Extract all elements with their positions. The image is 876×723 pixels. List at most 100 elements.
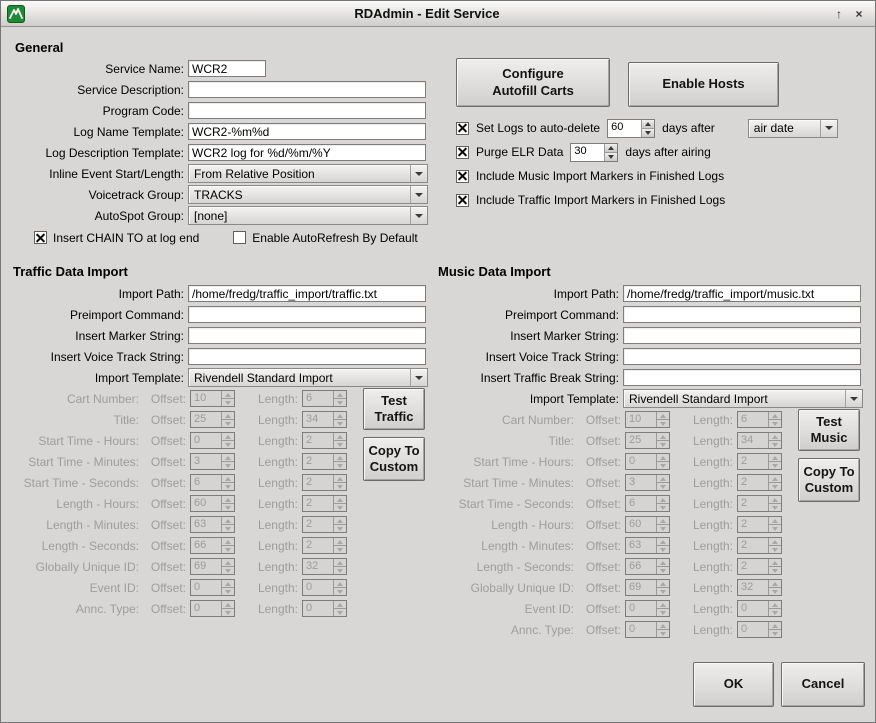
ok-button[interactable]: OK <box>693 662 774 707</box>
close-window-icon[interactable]: × <box>849 5 869 23</box>
test-traffic-button[interactable]: Test Traffic <box>363 388 425 430</box>
include-music-import-markers-checkbox[interactable] <box>456 170 469 183</box>
music-offset-row: Start Time - Minutes:Offset:3Length:2 <box>442 472 782 493</box>
spin-up-button <box>334 496 346 504</box>
purge-elr-days-spinbox[interactable]: 30 <box>570 143 618 162</box>
music-import-path-input[interactable] <box>623 285 861 302</box>
spin-up-button <box>334 601 346 609</box>
auto-delete-reference-combo[interactable]: air date <box>748 119 838 138</box>
purge-elr-data-checkbox[interactable] <box>456 146 469 159</box>
up-arrow-icon <box>660 456 666 460</box>
auto-delete-row: Set Logs to auto-delete60days afterair d… <box>456 116 838 140</box>
include-traffic-import-markers-checkbox[interactable] <box>456 194 469 207</box>
test-music-button[interactable]: Test Music <box>798 409 860 451</box>
music-preimport-command-input[interactable] <box>623 306 861 323</box>
traffic-length-seconds-length-spinbox: 2 <box>302 537 347 554</box>
down-arrow-icon <box>415 193 423 197</box>
title-bar[interactable]: RDAdmin - Edit Service ↑ × <box>1 1 875 27</box>
up-arrow-icon <box>772 456 778 460</box>
spin-down-button <box>657 630 669 637</box>
auto-delete-days-spinbox[interactable]: 60 <box>607 119 655 138</box>
spin-up-button <box>222 391 234 399</box>
spin-up-button <box>334 475 346 483</box>
down-arrow-icon <box>660 569 666 573</box>
spin-up-button[interactable] <box>605 144 617 153</box>
music-insert-traffic-break-string-input[interactable] <box>623 369 861 386</box>
traffic-insert-voice-track-string-input[interactable] <box>188 348 426 365</box>
music-event-id-length-spinbox-arrows <box>768 601 781 616</box>
general-section-heading: General <box>15 40 63 55</box>
general-log-name-template-input[interactable] <box>188 123 426 140</box>
music-annc-type-length-spinbox: 0 <box>737 621 782 638</box>
traffic-offset-row: Length - Minutes:Offset:63Length:2 <box>7 514 347 535</box>
general-voicetrack-group-combo[interactable]: TRACKS <box>188 185 428 204</box>
music-start-time-seconds-length-spinbox: 2 <box>737 495 782 512</box>
traffic-annc-type-length-spinbox: 0 <box>302 600 347 617</box>
music-length-hours-offset-spinbox-arrows <box>656 517 669 532</box>
traffic-preimport-command-input[interactable] <box>188 306 426 323</box>
traffic-offset-row: Start Time - Hours:Offset:0Length:2 <box>7 430 347 451</box>
spin-up-button <box>657 538 669 546</box>
general-autospot-group-combo[interactable]: [none] <box>188 206 428 225</box>
purge-elr-days-after-label: days after airing <box>625 145 710 159</box>
music-length-minutes-offset-spinbox: 63 <box>625 537 670 554</box>
traffic-event-id-offset-spinbox: 0 <box>190 579 235 596</box>
spin-down-button[interactable] <box>605 153 617 161</box>
traffic-import-template-combo[interactable]: Rivendell Standard Import <box>188 368 428 387</box>
general-log-description-template-input[interactable] <box>188 144 426 161</box>
music-length-label: Length: <box>680 560 736 574</box>
spin-down-button[interactable] <box>642 129 654 137</box>
cancel-button[interactable]: Cancel <box>781 662 865 707</box>
traffic-offset-row: Title:Offset:25Length:34 <box>7 409 347 430</box>
spin-down-button <box>769 483 781 490</box>
music-offset-label: Offset: <box>578 518 624 532</box>
general-inline-event-start-length-combo[interactable]: From Relative Position <box>188 164 428 183</box>
general-program-code-input[interactable] <box>188 102 426 119</box>
traffic-field-row: Import Template:Rivendell Standard Impor… <box>7 367 428 388</box>
traffic-offset-label: Offset: <box>143 581 189 595</box>
music-copy-to-custom-button[interactable]: Copy To Custom <box>798 458 860 502</box>
down-arrow-icon <box>225 422 231 426</box>
enable-autorefresh-by-default-checkbox[interactable] <box>233 231 246 244</box>
spin-up-button[interactable] <box>642 120 654 129</box>
down-arrow-icon <box>772 422 778 426</box>
down-arrow-icon <box>608 155 614 159</box>
insert-chain-to-at-log-end-checkbox[interactable] <box>34 231 47 244</box>
down-arrow-icon <box>850 397 858 401</box>
music-cart-number-length-spinbox-value: 6 <box>738 412 768 427</box>
general-service-name-input[interactable] <box>188 60 266 77</box>
music-offset-label: Offset: <box>578 413 624 427</box>
traffic-copy-to-custom-button[interactable]: Copy To Custom <box>363 437 425 481</box>
music-length-seconds-length-spinbox-value: 2 <box>738 559 768 574</box>
spin-up-button <box>334 433 346 441</box>
traffic-start-time-seconds-offset-spinbox: 6 <box>190 474 235 491</box>
spin-down-button <box>769 630 781 637</box>
spin-down-button <box>222 483 234 490</box>
up-arrow-icon <box>225 414 231 418</box>
spin-up-button <box>334 412 346 420</box>
traffic-length-seconds-offset-spinbox-value: 66 <box>191 538 221 553</box>
general-field-row: Log Name Template: <box>7 121 428 142</box>
down-arrow-icon <box>772 464 778 468</box>
music-insert-voice-track-string-input[interactable] <box>623 348 861 365</box>
music-start-time-hours-offset-spinbox-arrows <box>656 454 669 469</box>
traffic-import-path-input[interactable] <box>188 285 426 302</box>
music-insert-marker-string-input[interactable] <box>623 327 861 344</box>
music-length-hours-offset-spinbox: 60 <box>625 516 670 533</box>
traffic-title-offset-spinbox-arrows <box>221 412 234 427</box>
traffic-globally-unique-id-length-spinbox-value: 32 <box>303 559 333 574</box>
music-offset-label: Offset: <box>578 455 624 469</box>
shade-window-icon[interactable]: ↑ <box>829 5 849 23</box>
up-arrow-icon <box>337 603 343 607</box>
music-import-template-combo[interactable]: Rivendell Standard Import <box>623 389 863 408</box>
enable-hosts-button[interactable]: Enable Hosts <box>628 62 779 107</box>
traffic-length-hours-offset-spinbox: 60 <box>190 495 235 512</box>
music-globally-unique-id-length-spinbox-value: 32 <box>738 580 768 595</box>
traffic-insert-marker-string-input[interactable] <box>188 327 426 344</box>
general-service-description-input[interactable] <box>188 81 426 98</box>
spin-up-button <box>334 454 346 462</box>
configure-autofill-carts-button[interactable]: Configure Autofill Carts <box>456 58 610 107</box>
spin-down-button <box>222 462 234 469</box>
music-event-id-length-spinbox-value: 0 <box>738 601 768 616</box>
set-logs-auto-delete-checkbox[interactable] <box>456 122 469 135</box>
